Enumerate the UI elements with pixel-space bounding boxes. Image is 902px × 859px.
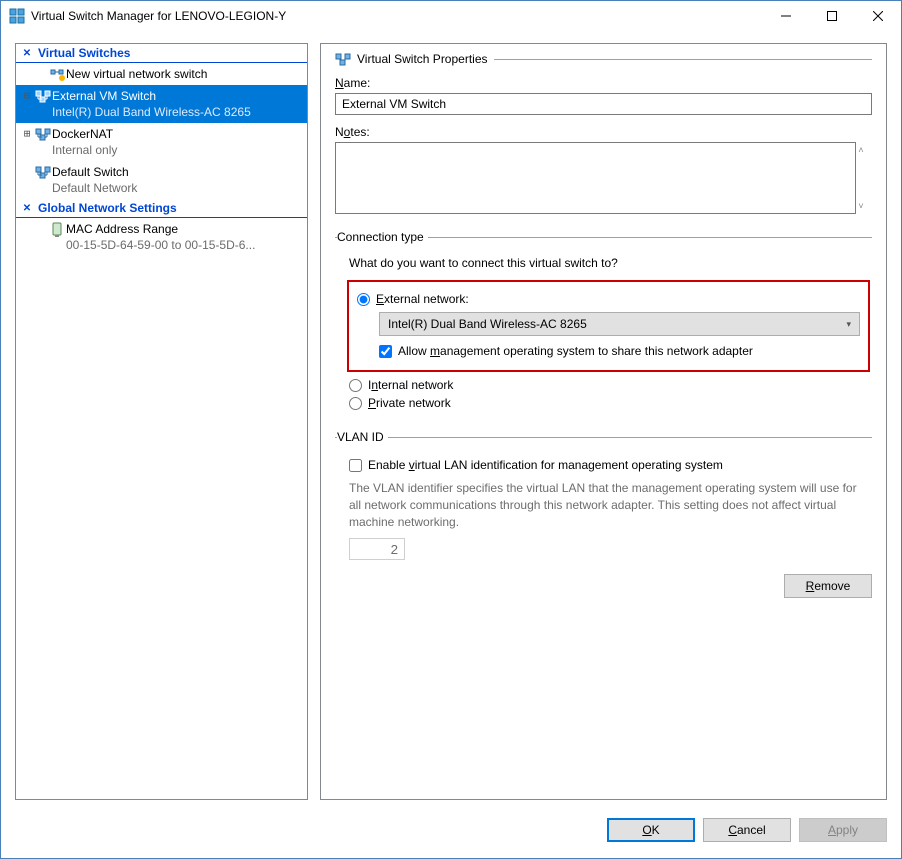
dialog-footer: OK Cancel Apply	[15, 800, 887, 848]
tree-label: New virtual network switch	[66, 66, 301, 82]
section-virtual-switches[interactable]: ✕ Virtual Switches	[16, 44, 307, 63]
adapter-combobox[interactable]: Intel(R) Dual Band Wireless-AC 8265 ▾	[379, 312, 860, 336]
notes-input[interactable]	[335, 142, 856, 214]
chevron-up-icon: ✕	[20, 203, 34, 214]
chevron-up-icon: ˄	[858, 145, 870, 155]
ok-button[interactable]: OK	[607, 818, 695, 842]
apply-button[interactable]: Apply	[799, 818, 887, 842]
radio-external[interactable]	[357, 293, 370, 306]
app-icon	[9, 8, 25, 24]
chevron-down-icon: ▾	[846, 319, 851, 330]
tree-default-switch[interactable]: Default Switch Default Network	[16, 161, 307, 199]
vlan-enable-checkbox[interactable]	[349, 459, 362, 472]
window-title: Virtual Switch Manager for LENOVO-LEGION…	[31, 9, 763, 23]
connection-type-group: Connection type What do you want to conn…	[335, 230, 872, 414]
vlan-group: VLAN ID Enable virtual LAN identificatio…	[335, 430, 872, 560]
switch-icon	[34, 126, 52, 141]
properties-header: Virtual Switch Properties	[357, 52, 488, 66]
vlan-enable-label: Enable virtual LAN identification for ma…	[368, 458, 723, 472]
section-label: Virtual Switches	[38, 46, 130, 60]
cancel-button[interactable]: Cancel	[703, 818, 791, 842]
vlan-legend: VLAN ID	[337, 430, 388, 444]
switch-icon	[335, 52, 351, 66]
tree-label: MAC Address Range	[66, 221, 301, 237]
tree-dockernat[interactable]: ⊞ DockerNAT Internal only	[16, 123, 307, 161]
divider	[494, 59, 873, 60]
close-button[interactable]	[855, 1, 901, 31]
tree-label: Default Switch	[52, 164, 301, 180]
window-root: Virtual Switch Manager for LENOVO-LEGION…	[0, 0, 902, 859]
maximize-button[interactable]	[809, 1, 855, 31]
name-label: Name:	[335, 76, 872, 90]
tree-mac-range[interactable]: MAC Address Range 00-15-5D-64-59-00 to 0…	[16, 218, 307, 256]
tree-sublabel: Intel(R) Dual Band Wireless-AC 8265	[52, 104, 301, 120]
radio-private-label: Private network	[368, 396, 451, 410]
switch-icon	[34, 164, 52, 179]
section-label: Global Network Settings	[38, 201, 177, 215]
minimize-button[interactable]	[763, 1, 809, 31]
chevron-up-icon: ✕	[20, 48, 34, 59]
section-global-settings[interactable]: ✕ Global Network Settings	[16, 199, 307, 218]
nic-icon	[48, 221, 66, 238]
radio-internal[interactable]	[349, 379, 362, 392]
expand-icon[interactable]: ⊞	[20, 88, 34, 104]
allow-mgmt-checkbox[interactable]	[379, 345, 392, 358]
titlebar[interactable]: Virtual Switch Manager for LENOVO-LEGION…	[1, 1, 901, 31]
switch-icon	[34, 88, 52, 103]
adapter-selected: Intel(R) Dual Band Wireless-AC 8265	[388, 317, 587, 331]
vlan-description: The VLAN identifier specifies the virtua…	[349, 480, 870, 530]
highlight-box: External network: Intel(R) Dual Band Wir…	[347, 280, 870, 372]
radio-internal-label: Internal network	[368, 378, 453, 392]
connection-type-legend: Connection type	[337, 230, 428, 244]
tree-new-switch[interactable]: New virtual network switch	[16, 63, 307, 85]
chevron-down-icon: ˅	[858, 201, 870, 211]
sidebar: ✕ Virtual Switches New virtual network s…	[15, 43, 308, 800]
tree-label: External VM Switch	[52, 88, 301, 104]
tree-sublabel: 00-15-5D-64-59-00 to 00-15-5D-6...	[66, 237, 301, 253]
tree-sublabel: Internal only	[52, 142, 301, 158]
vlan-id-input	[349, 538, 405, 560]
tree-label: DockerNAT	[52, 126, 301, 142]
remove-button[interactable]: Remove	[784, 574, 872, 598]
connection-question: What do you want to connect this virtual…	[349, 256, 870, 270]
radio-private[interactable]	[349, 397, 362, 410]
tree-external-vm-switch[interactable]: ⊞ External VM Switch Intel(R) Dual Band …	[16, 85, 307, 123]
expand-icon[interactable]: ⊞	[20, 126, 34, 142]
radio-external-label: External network:	[376, 292, 469, 306]
scrollbar[interactable]: ˄˅	[856, 142, 872, 214]
allow-mgmt-label: Allow management operating system to sha…	[398, 344, 753, 358]
name-input[interactable]	[335, 93, 872, 115]
tree-sublabel: Default Network	[52, 180, 301, 196]
notes-label: Notes:	[335, 125, 872, 139]
properties-pane: Virtual Switch Properties Name: Notes: ˄…	[320, 43, 887, 800]
switch-add-icon	[48, 66, 66, 81]
